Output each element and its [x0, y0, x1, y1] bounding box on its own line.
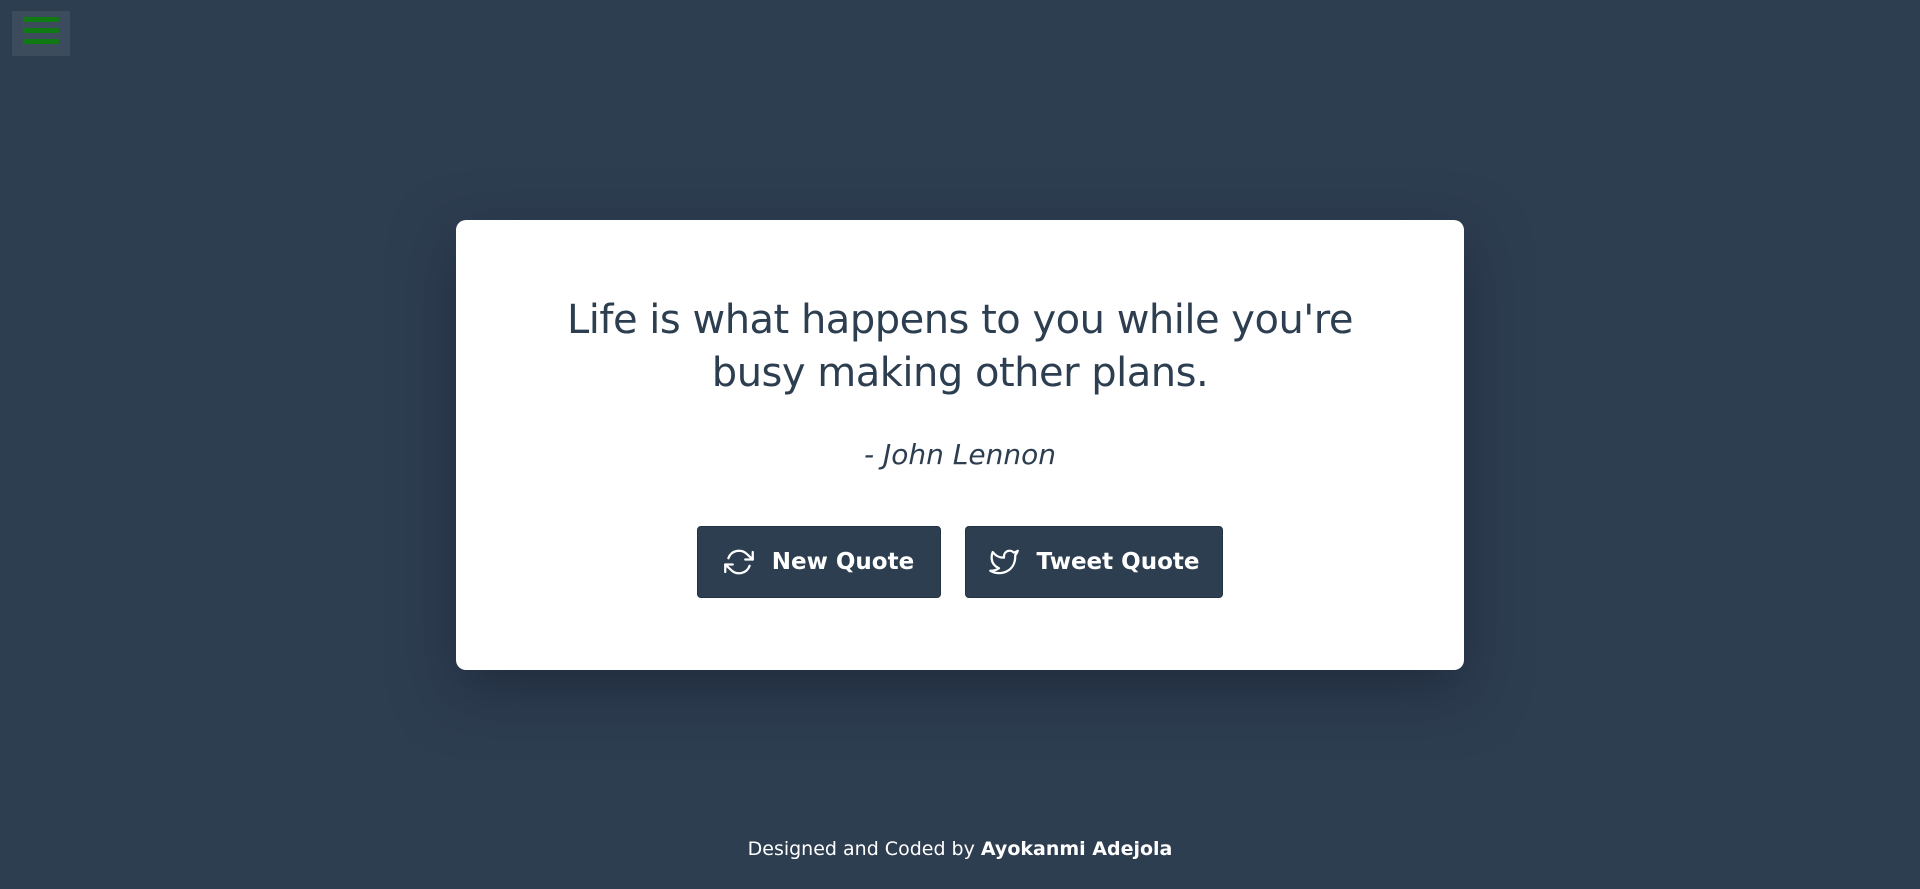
- twitter-bird-icon: [988, 547, 1019, 577]
- tweet-quote-button[interactable]: Tweet Quote: [965, 526, 1223, 598]
- quote-text: Life is what happens to you while you're…: [567, 297, 1353, 396]
- footer-credit: Designed and Coded by Ayokanmi Adejola: [0, 838, 1920, 860]
- hamburger-menu-icon: [21, 13, 61, 54]
- quote-author: - John Lennon: [864, 438, 1056, 471]
- quote-card: Life is what happens to you while you're…: [456, 220, 1464, 670]
- new-quote-button[interactable]: New Quote: [697, 526, 941, 598]
- refresh-icon: [723, 547, 754, 577]
- footer-prefix: Designed and Coded by: [747, 838, 975, 860]
- tweet-quote-label: Tweet Quote: [1036, 549, 1200, 575]
- new-quote-label: New Quote: [771, 549, 915, 575]
- menu-button[interactable]: [12, 11, 70, 56]
- footer-author-name: Ayokanmi Adejola: [980, 838, 1173, 860]
